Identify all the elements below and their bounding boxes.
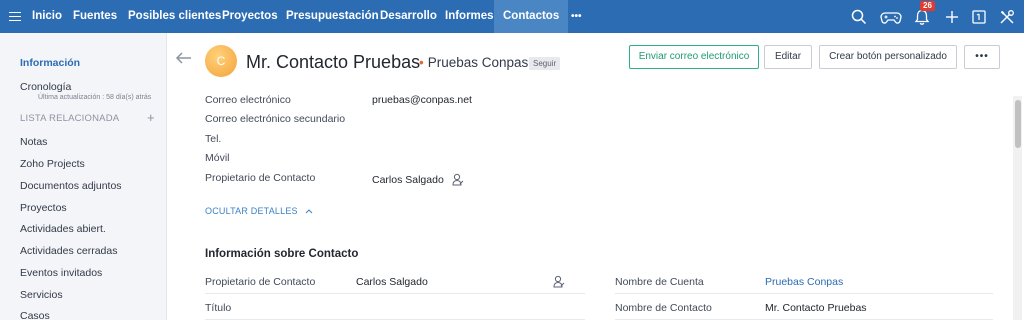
hamburger-menu-icon[interactable] <box>9 9 21 23</box>
sidebar-item-actividades-abiertas[interactable]: Actividades abiert. <box>20 223 106 235</box>
hide-details-link[interactable]: OCULTAR DETALLES <box>205 206 313 216</box>
section-label-title: Título <box>205 302 232 314</box>
search-icon[interactable] <box>850 8 868 26</box>
section-title: Información sobre Contacto <box>205 248 359 260</box>
notification-count-badge: 26 <box>920 1 935 11</box>
sidebar-item-notas[interactable]: Notas <box>20 136 47 148</box>
field-label-mobile: Móvil <box>205 152 230 164</box>
section-value-contact-name: Mr. Contacto Pruebas <box>765 302 867 314</box>
sidebar-item-eventos-invitados[interactable]: Eventos invitados <box>20 267 102 279</box>
sidebar-item-cronologia[interactable]: Cronología <box>20 81 71 93</box>
nav-tab-contactos[interactable]: Contactos <box>494 0 569 33</box>
section-label-contact-name: Nombre de Contacto <box>615 302 712 314</box>
related-list-header: LISTA RELACIONADA <box>20 113 120 124</box>
contact-avatar: C <box>205 45 237 77</box>
tools-icon[interactable] <box>998 8 1016 26</box>
nav-tab-informes[interactable]: Informes <box>445 0 494 33</box>
gamepad-icon[interactable] <box>880 8 902 26</box>
user-icon[interactable] <box>452 173 464 186</box>
section-label-account-name: Nombre de Cuenta <box>615 276 704 288</box>
plus-icon[interactable] <box>943 8 961 26</box>
sidebar-item-casos[interactable]: Casos <box>20 310 50 322</box>
calendar-icon[interactable] <box>970 8 988 26</box>
nav-tab-inicio[interactable]: Inicio <box>32 0 62 33</box>
nav-tab-fuentes[interactable]: Fuentes <box>73 0 117 33</box>
record-detail-panel: C Mr. Contacto Pruebas • Pruebas Conpas S… <box>167 33 1024 320</box>
section-value-owner: Carlos Salgado <box>356 276 428 288</box>
field-label-secondary-email: Correo electrónico secundario <box>205 113 346 125</box>
sidebar-item-proyectos[interactable]: Proyectos <box>20 202 67 214</box>
more-actions-button[interactable]: ••• <box>964 45 1000 69</box>
nav-more-button[interactable]: ••• <box>571 0 582 33</box>
back-arrow-icon[interactable] <box>175 51 193 65</box>
timeline-last-updated: Última actualización : 58 día(s) atrás <box>38 94 152 101</box>
sidebar: Información Cronología Última actualizac… <box>0 33 167 322</box>
vertical-scrollbar[interactable] <box>1013 96 1022 320</box>
hide-details-label: OCULTAR DETALLES <box>205 206 298 216</box>
edit-button[interactable]: Editar <box>764 45 812 69</box>
sidebar-item-actividades-cerradas[interactable]: Actividades cerradas <box>20 245 117 257</box>
nav-tab-proyectos[interactable]: Proyectos <box>222 0 278 33</box>
contact-name-title: Mr. Contacto Pruebas <box>246 52 421 72</box>
top-navigation-bar: Inicio Fuentes Posibles clientes Proyect… <box>0 0 1024 33</box>
follow-button[interactable]: Seguir <box>529 57 561 70</box>
add-related-list-icon[interactable]: + <box>147 110 155 125</box>
field-label-phone: Tel. <box>205 133 222 145</box>
sidebar-item-informacion[interactable]: Información <box>20 57 80 69</box>
sidebar-item-zoho-projects[interactable]: Zoho Projects <box>20 158 85 170</box>
field-label-email: Correo electrónico <box>205 94 291 106</box>
field-value-owner: Carlos Salgado <box>372 174 444 186</box>
nav-tab-presupuestacion[interactable]: Presupuestación <box>286 0 379 33</box>
nav-tab-desarrollo[interactable]: Desarrollo <box>380 0 437 33</box>
nav-tab-posibles-clientes[interactable]: Posibles clientes <box>128 0 221 33</box>
user-icon-section[interactable] <box>553 275 565 288</box>
section-value-account-name[interactable]: Pruebas Conpas <box>765 276 843 288</box>
sidebar-item-servicios[interactable]: Servicios <box>20 289 63 301</box>
sidebar-item-documentos-adjuntos[interactable]: Documentos adjuntos <box>20 180 122 192</box>
chevron-up-icon <box>306 209 313 214</box>
separator-dot: • <box>419 55 424 70</box>
row-divider <box>615 293 993 294</box>
send-email-button[interactable]: Enviar correo electrónico <box>629 45 759 69</box>
account-name-text: Pruebas Conpas <box>427 55 529 70</box>
field-label-owner: Propietario de Contacto <box>205 172 316 184</box>
create-custom-button[interactable]: Crear botón personalizado <box>819 45 957 69</box>
field-value-email[interactable]: pruebas@conpas.net <box>372 94 472 106</box>
scrollbar-thumb[interactable] <box>1015 100 1021 148</box>
section-label-owner: Propietario de Contacto <box>205 276 316 288</box>
contact-account-name[interactable]: • Pruebas Conpas <box>419 55 528 70</box>
row-divider <box>205 293 585 294</box>
